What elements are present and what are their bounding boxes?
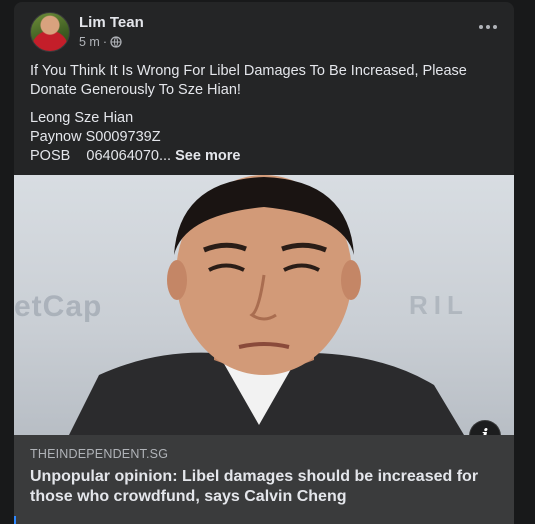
dot xyxy=(486,25,490,29)
dot xyxy=(479,25,483,29)
author-name[interactable]: Lim Tean xyxy=(79,14,144,31)
post-card: Lim Tean 5 m · If You Think It Is Wrong … xyxy=(14,2,514,524)
post-text: If You Think It Is Wrong For Libel Damag… xyxy=(30,62,500,166)
more-options-icon[interactable] xyxy=(476,20,500,34)
post-body-line: POSB 064064070... See more xyxy=(30,147,500,166)
meta-separator: · xyxy=(102,35,108,49)
post-body-line: Paynow S0009739Z xyxy=(30,129,161,145)
post-body-text: POSB 064064070... xyxy=(30,148,172,164)
focus-indicator xyxy=(14,516,16,524)
avatar[interactable] xyxy=(30,12,70,52)
post-body-line: Leong Sze Hian xyxy=(30,110,134,126)
dot xyxy=(493,25,497,29)
portrait-illustration xyxy=(69,175,464,435)
post-image[interactable]: etCap RIL i xyxy=(14,175,514,435)
link-preview[interactable]: THEINDEPENDENT.SG Unpopular opinion: Lib… xyxy=(14,435,514,524)
post-body-line: If You Think It Is Wrong For Libel Damag… xyxy=(30,63,467,98)
link-title[interactable]: Unpopular opinion: Libel damages should … xyxy=(30,467,500,507)
post-time[interactable]: 5 m xyxy=(79,35,100,49)
link-domain: THEINDEPENDENT.SG xyxy=(30,447,169,461)
globe-icon[interactable] xyxy=(110,36,122,48)
post-meta: 5 m · xyxy=(79,35,122,49)
see-more-link[interactable]: See more xyxy=(175,148,240,164)
post-header: Lim Tean 5 m · xyxy=(14,2,514,58)
